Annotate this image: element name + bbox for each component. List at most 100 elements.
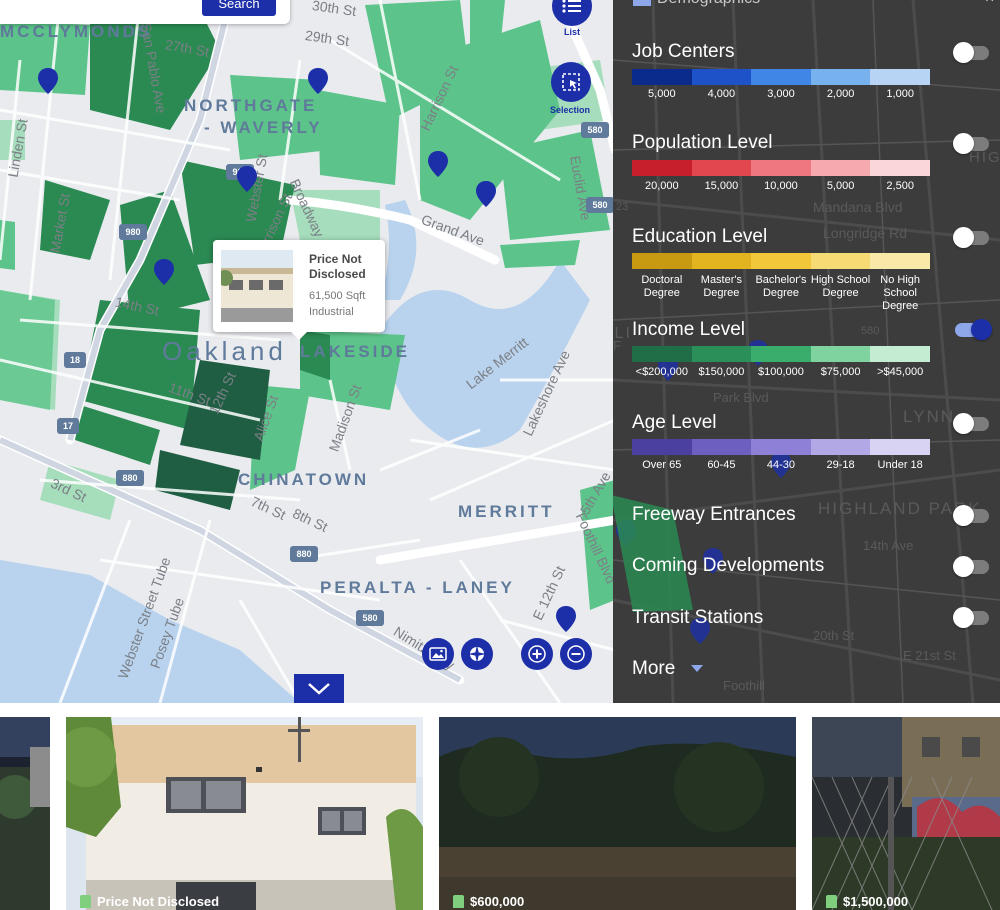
selection-button[interactable] [551,62,591,102]
panel-map-label: E 21st St [903,648,956,663]
property-thumbnail[interactable] [221,250,293,322]
legend-label: High School Degree [810,274,871,299]
legend-swatch [810,439,871,455]
legend-labels-education: Doctoral Degree Master's Degree Bachelor… [632,274,930,313]
layer-title-coming-developments: Coming Developments [632,555,825,576]
toggle-transit-stations[interactable] [953,607,989,628]
toggle-income[interactable] [955,319,992,340]
location-pin-icon[interactable] [555,605,577,633]
highway-shield: 18 [70,355,80,365]
legend-label: 29-18 [826,459,855,471]
legend-label: No High School Degree [880,274,921,312]
legend-swatch [810,160,871,176]
legend-swatch [691,253,752,269]
highway-shield: 880 [296,549,311,559]
listing-price: $600,000 [453,894,524,909]
location-pin-icon[interactable] [307,67,329,95]
legend-swatch [632,69,692,85]
legend-swatch [632,346,692,362]
legend-swatch [751,439,811,455]
legend-label: 5,000 [648,88,676,100]
popup-type: Industrial [309,306,354,318]
locate-button[interactable] [461,638,493,670]
selection-button-label: Selection [550,105,591,115]
zoom-out-button[interactable] [560,638,592,670]
legend-population [632,160,930,176]
listing-photo [0,717,50,910]
legend-swatch [691,439,752,455]
caret-down-icon[interactable] [691,665,703,672]
legend-label: 20,000 [644,180,679,192]
legend-label: $75,000 [820,366,861,378]
image-layer-button[interactable] [422,638,454,670]
image-icon [429,647,447,661]
legend-swatch [870,346,930,362]
legend-age [632,439,930,455]
location-pin-icon[interactable] [427,150,449,178]
legend-swatch [751,346,811,362]
legend-swatch [870,439,930,455]
listing-photo [812,717,1000,910]
legend-label: Bachelor's Degree [755,274,807,299]
location-pin-icon[interactable] [475,180,497,208]
legend-swatch [751,69,811,85]
legend-swatch [691,69,752,85]
legend-label: 1,000 [886,88,914,100]
legend-labels-income: <$200,000 $150,000 $100,000 $75,000 >$45… [632,366,930,379]
highway-shield: 580 [592,200,607,210]
legend-swatch [691,346,752,362]
layer-title-freeway-entrances: Freeway Entrances [632,504,796,525]
listing-card[interactable] [0,717,50,910]
search-bar[interactable]: Search [0,0,290,24]
chevron-down-icon [308,682,330,695]
price-tag-icon [453,895,464,908]
listing-price: Price Not Disclosed [80,894,219,909]
legend-label: Master's Degree [700,274,742,299]
panel-map-label: 14th Ave [863,538,913,553]
toggle-population[interactable] [953,133,989,154]
listing-card[interactable]: $1,500,000 [812,717,1000,910]
layer-title-transit-stations: Transit Stations [632,607,764,628]
highway-shields: 980 980 580 880 18 17 880 580 580 [57,122,614,626]
collapse-map-button[interactable] [294,674,344,703]
legend-label: >$45,000 [877,366,924,378]
search-button[interactable]: Search [202,0,276,16]
more-button[interactable]: More [632,658,675,680]
compass-icon [468,645,486,663]
popup-size: 61,500 Sqft [309,290,366,302]
price-tag-icon [80,895,91,908]
legend-label: 44-30 [766,459,796,471]
property-popup[interactable]: Price Not Disclosed 61,500 Sqft Industri… [213,240,385,340]
popup-price: Price Not Disclosed [309,252,366,281]
legend-label: 10,000 [764,180,798,192]
legend-label: 2,000 [826,88,855,100]
toggle-age[interactable] [953,413,989,434]
location-pin-icon[interactable] [236,165,258,193]
listings-strip[interactable]: Price Not Disclosed $600,000 $1,500,000 [0,703,1000,910]
panel-title: Demographics [657,0,760,8]
location-pin-icon[interactable] [153,258,175,286]
legend-label: Doctoral Degree [641,274,683,299]
toggle-job-centers[interactable] [953,42,989,63]
highway-shield: 980 [125,227,140,237]
map[interactable]: MCCLYMONDS NORTHGATE - WAVERLY Oakland L… [0,0,615,703]
listing-photo [66,717,423,910]
legend-labels-age: Over 65 60-45 44-30 29-18 Under 18 [632,459,930,472]
highway-shield: 580 [587,125,602,135]
listing-card[interactable]: Price Not Disclosed [66,717,423,910]
toggle-coming-developments[interactable] [953,556,989,577]
toggle-education[interactable] [953,227,989,248]
legend-swatch [632,253,692,269]
zoom-in-button[interactable] [521,638,553,670]
location-pin-icon[interactable] [37,67,59,95]
toggle-freeway-entrances[interactable] [953,505,989,526]
legend-label: 60-45 [707,459,736,471]
close-icon[interactable]: × [985,0,994,8]
legend-label: 2,500 [886,180,914,192]
listing-price: $1,500,000 [826,894,908,909]
legend-label: <$200,000 [635,366,688,378]
layer-title-education: Education Level [632,226,768,247]
listing-card[interactable]: $600,000 [439,717,796,910]
demographics-panel[interactable]: HIGHLAND PARK LYNN HIGH Mandana Blvd Lon… [613,0,1000,703]
plus-icon [528,645,546,663]
